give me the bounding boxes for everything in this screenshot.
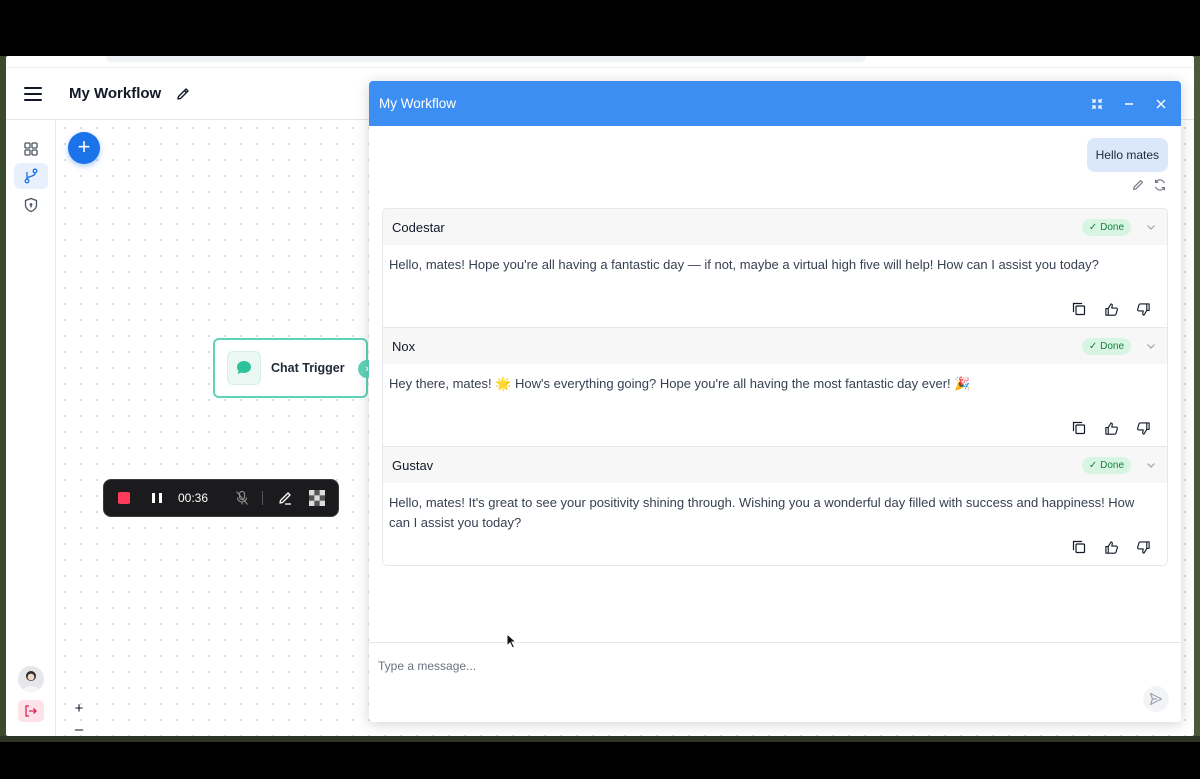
- record-timer: 00:36: [178, 491, 209, 505]
- chevron-down-icon[interactable]: [1139, 222, 1163, 232]
- page-title: My Workflow: [69, 85, 162, 102]
- close-button[interactable]: [1145, 81, 1177, 126]
- copy-icon[interactable]: [1071, 420, 1087, 436]
- response-actions: [383, 291, 1167, 327]
- zoom-out-button[interactable]: –: [75, 719, 83, 736]
- pause-button[interactable]: [152, 493, 162, 503]
- agent-name: Codestar: [392, 219, 445, 235]
- chat-title: My Workflow: [379, 96, 457, 111]
- avatar[interactable]: [18, 666, 44, 692]
- response-card: Codestar ✓ Done Hello, mates! Hope you'r…: [383, 209, 1167, 328]
- status-badge: ✓ Done: [1081, 337, 1131, 355]
- logout-icon: [25, 705, 37, 717]
- status-badge: ✓ Done: [1081, 218, 1131, 236]
- chat-bubble-icon: [227, 351, 261, 385]
- thumbs-down-icon[interactable]: [1135, 301, 1151, 317]
- chevron-down-icon[interactable]: [1139, 460, 1163, 470]
- user-message-actions: [1131, 178, 1167, 192]
- chevron-down-icon[interactable]: [1139, 341, 1163, 351]
- sidebar: [6, 120, 56, 736]
- zoom-controls: + – ⛶ 🔒: [69, 698, 89, 736]
- mouse-cursor-icon: [506, 633, 518, 649]
- thumbs-up-icon[interactable]: [1103, 420, 1119, 436]
- agent-name: Gustav: [392, 457, 434, 473]
- workflow-branch-icon: [24, 168, 38, 184]
- thumbs-down-icon[interactable]: [1135, 420, 1151, 436]
- desktop-edge-bottom: [0, 736, 1200, 742]
- collapse-button[interactable]: [1081, 81, 1113, 126]
- message-input[interactable]: [378, 659, 1098, 673]
- draw-pen-icon[interactable]: [277, 490, 293, 506]
- stop-record-button[interactable]: [118, 492, 130, 504]
- recorder-divider: [262, 491, 264, 505]
- message-composer: [369, 642, 1181, 722]
- desktop-edge-right: [1194, 56, 1200, 736]
- response-actions: [383, 410, 1167, 446]
- regenerate-icon[interactable]: [1153, 178, 1167, 192]
- thumbs-up-icon[interactable]: [1103, 539, 1119, 555]
- user-message: Hello mates: [1086, 138, 1168, 172]
- minimize-icon: [1125, 102, 1133, 105]
- zoom-in-button[interactable]: +: [75, 698, 84, 719]
- copy-icon[interactable]: [1071, 539, 1087, 555]
- status-badge: ✓ Done: [1081, 456, 1131, 474]
- close-icon: [1156, 99, 1166, 108]
- response-text: Hello, mates! It's great to see your pos…: [389, 495, 1135, 530]
- response-list: Codestar ✓ Done Hello, mates! Hope you'r…: [382, 208, 1168, 566]
- edit-message-icon[interactable]: [1131, 178, 1145, 192]
- minimize-button[interactable]: [1113, 81, 1145, 126]
- agent-name: Nox: [392, 338, 416, 354]
- response-card-header[interactable]: Gustav ✓ Done: [383, 447, 1167, 483]
- send-icon: [1149, 692, 1163, 706]
- node-label: Chat Trigger: [271, 361, 345, 375]
- sidebar-item-workflows[interactable]: [14, 163, 48, 189]
- response-card: Nox ✓ Done Hey there, mates! 🌟 How's eve…: [383, 328, 1167, 447]
- response-card: Gustav ✓ Done Hello, mates! It's great t…: [383, 447, 1167, 565]
- response-card-header[interactable]: Codestar ✓ Done: [383, 209, 1167, 245]
- thumbs-down-icon[interactable]: [1135, 539, 1151, 555]
- grid-icon: [24, 142, 38, 156]
- add-node-button[interactable]: +: [68, 132, 100, 164]
- pencil-icon[interactable]: [175, 86, 191, 102]
- response-text: Hey there, mates! 🌟 How's everything goi…: [389, 376, 971, 391]
- send-button[interactable]: [1143, 686, 1169, 712]
- collapse-icon: [1091, 98, 1103, 109]
- response-card-header[interactable]: Nox ✓ Done: [383, 328, 1167, 364]
- shield-icon: [24, 197, 38, 213]
- thumbs-up-icon[interactable]: [1103, 301, 1119, 317]
- copy-icon[interactable]: [1071, 301, 1087, 317]
- blur-checker-icon[interactable]: [309, 490, 326, 506]
- address-pill: [106, 56, 866, 62]
- chat-trigger-node[interactable]: Chat Trigger ›: [213, 338, 376, 398]
- mic-muted-icon[interactable]: [234, 490, 250, 506]
- chat-header: My Workflow: [369, 81, 1181, 126]
- response-text: Hello, mates! Hope you're all having a f…: [389, 257, 1099, 272]
- response-actions: [383, 529, 1167, 565]
- screen-recorder-bar: 00:36: [103, 479, 339, 517]
- user-avatar-icon: [18, 666, 44, 692]
- browser-strip: [6, 56, 1194, 68]
- logout-button[interactable]: [18, 700, 44, 722]
- sidebar-item-security[interactable]: [14, 192, 48, 218]
- chat-window: My Workflow Hello mates Codestar ✓ Done …: [369, 81, 1181, 722]
- sidebar-item-dashboard[interactable]: [14, 136, 48, 162]
- menu-icon[interactable]: [24, 86, 42, 101]
